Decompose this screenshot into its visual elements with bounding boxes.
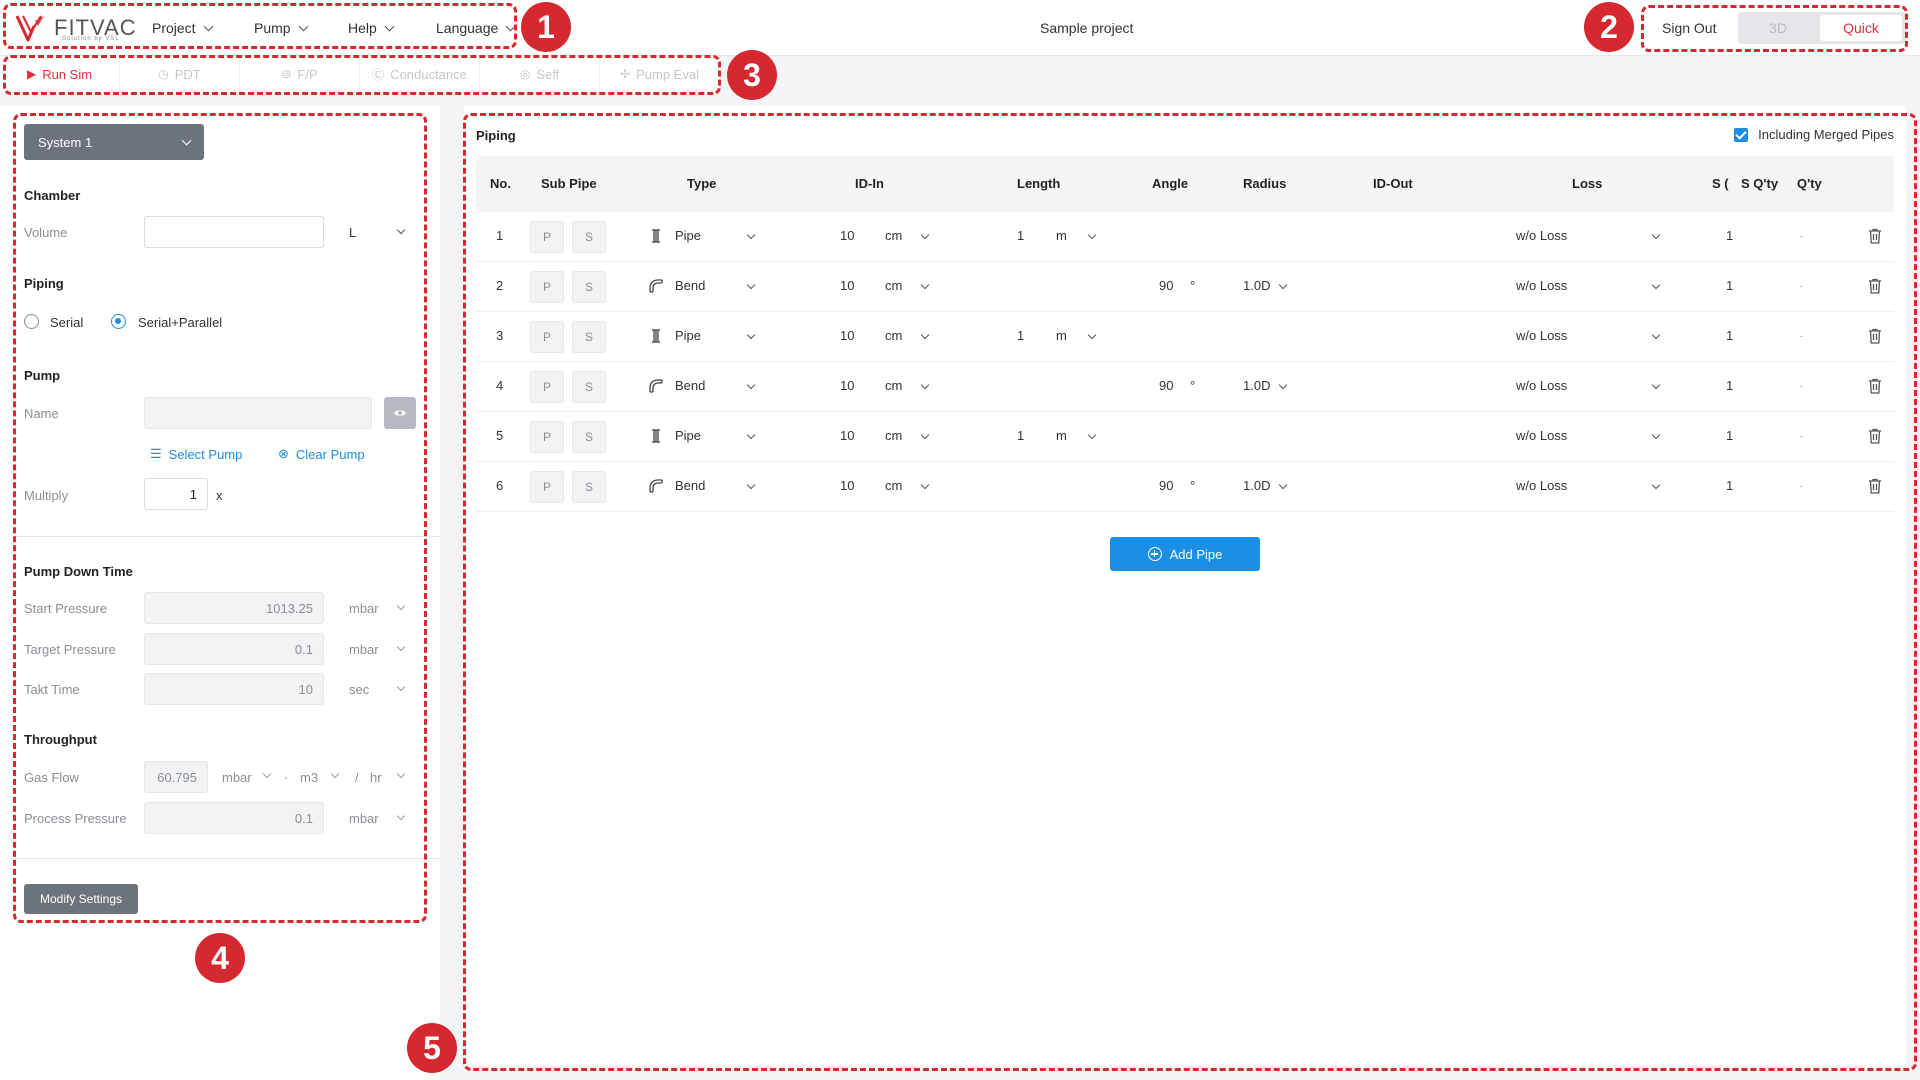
annotation-frame-4 [13, 113, 427, 923]
annotation-badge-3: 3 [727, 50, 777, 100]
annotation-badge-5: 5 [407, 1023, 457, 1073]
annotation-badge-4: 4 [195, 933, 245, 983]
annotation-frame-1 [3, 3, 517, 49]
annotation-frame-2 [1641, 5, 1908, 52]
project-title: Sample project [1040, 20, 1134, 36]
annotation-frame-5 [463, 113, 1917, 1071]
annotation-badge-2: 2 [1584, 2, 1634, 52]
annotation-badge-1: 1 [521, 2, 571, 52]
annotation-frame-3 [3, 55, 721, 95]
